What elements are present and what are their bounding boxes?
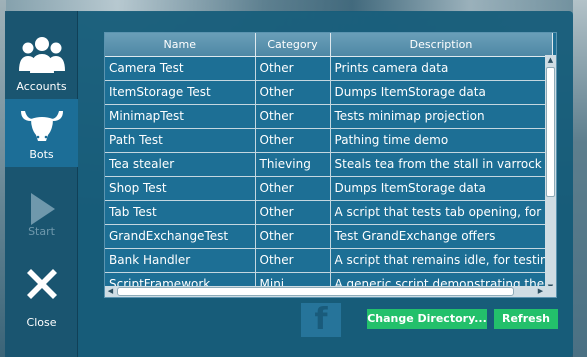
scroll-left-icon[interactable]: ◀ (105, 286, 116, 297)
cell-category: Other (255, 176, 331, 201)
sidebar-item-label: Start (28, 225, 55, 238)
cell-name: Tea stealer (105, 152, 256, 177)
change-directory-button[interactable]: Change Directory... (367, 309, 487, 329)
facebook-icon: f (301, 303, 341, 337)
sidebar-item-accounts[interactable]: Accounts (5, 31, 78, 99)
table-header-row: Name Category Description (105, 33, 553, 57)
vertical-scroll-thumb[interactable] (546, 67, 555, 197)
table-row[interactable]: Camera Test Other Prints camera data (105, 56, 553, 81)
cell-description: A script that remains idle, for testing … (330, 248, 553, 273)
cell-description: Tests minimap projection (330, 104, 553, 129)
column-header-description[interactable]: Description (330, 33, 553, 57)
sidebar-item-label: Bots (29, 148, 54, 161)
column-header-category[interactable]: Category (255, 33, 331, 57)
table-row[interactable]: MinimapTest Other Tests minimap projecti… (105, 104, 553, 129)
close-icon (26, 269, 57, 299)
cell-description: Prints camera data (330, 56, 553, 81)
table-row[interactable]: Path Test Other Pathing time demo (105, 128, 553, 153)
cell-category: Other (255, 200, 331, 225)
scrollbar-corner (545, 286, 556, 297)
cell-name: Shop Test (105, 176, 256, 201)
sidebar-item-bots[interactable]: Bots (5, 99, 78, 167)
cell-category: Other (255, 248, 331, 273)
scroll-up-icon[interactable]: ▲ (545, 55, 556, 66)
bull-icon (20, 111, 63, 141)
refresh-button[interactable]: Refresh (494, 309, 558, 329)
bot-manager-window: Accounts Bots Start Close Name Category … (5, 11, 573, 357)
table-row[interactable]: GrandExchangeTest Other Test GrandExchan… (105, 224, 553, 249)
column-header-name[interactable]: Name (105, 33, 256, 57)
cell-category: Other (255, 128, 331, 153)
scripts-table: Name Category Description Camera Test Ot… (104, 32, 557, 298)
cell-category: Other (255, 224, 331, 249)
table-row[interactable]: Bank Handler Other A script that remains… (105, 248, 553, 273)
play-icon (30, 193, 55, 225)
table-row[interactable]: Tea stealer Thieving Steals tea from the… (105, 152, 553, 177)
cell-name: Path Test (105, 128, 256, 153)
sidebar-item-close[interactable]: Close (5, 259, 78, 329)
cell-name: ItemStorage Test (105, 80, 256, 105)
sidebar: Accounts Bots Start Close (5, 11, 78, 357)
sidebar-item-label: Close (26, 316, 57, 329)
cell-name: MinimapTest (105, 104, 256, 129)
cell-name: Bank Handler (105, 248, 256, 273)
cell-description: Steals tea from the stall in varrock (330, 152, 553, 177)
table-row[interactable]: Shop Test Other Dumps ItemStorage data (105, 176, 553, 201)
horizontal-scrollbar[interactable]: ◀ ▶ (105, 286, 546, 297)
cell-name: Tab Test (105, 200, 256, 225)
cell-name: GrandExchangeTest (105, 224, 256, 249)
cell-description: Test GrandExchange offers (330, 224, 553, 249)
table-row[interactable]: Tab Test Other A script that tests tab o… (105, 200, 553, 225)
cell-description: Dumps ItemStorage data (330, 176, 553, 201)
table-row[interactable]: ItemStorage Test Other Dumps ItemStorage… (105, 80, 553, 105)
cell-category: Thieving (255, 152, 331, 177)
cell-category: Other (255, 80, 331, 105)
users-icon (18, 37, 65, 73)
cell-category: Other (255, 104, 331, 129)
cell-category: Other (255, 56, 331, 81)
horizontal-scroll-thumb[interactable] (117, 287, 514, 296)
vertical-scrollbar[interactable]: ▲ ▼ (545, 55, 556, 293)
cell-name: Camera Test (105, 56, 256, 81)
sidebar-item-label: Accounts (16, 80, 67, 93)
sidebar-item-start[interactable]: Start (5, 167, 78, 238)
background-right-edge (573, 0, 587, 357)
cell-description: A script that tests tab opening, for tes… (330, 200, 553, 225)
cell-description: Pathing time demo (330, 128, 553, 153)
cell-description: Dumps ItemStorage data (330, 80, 553, 105)
